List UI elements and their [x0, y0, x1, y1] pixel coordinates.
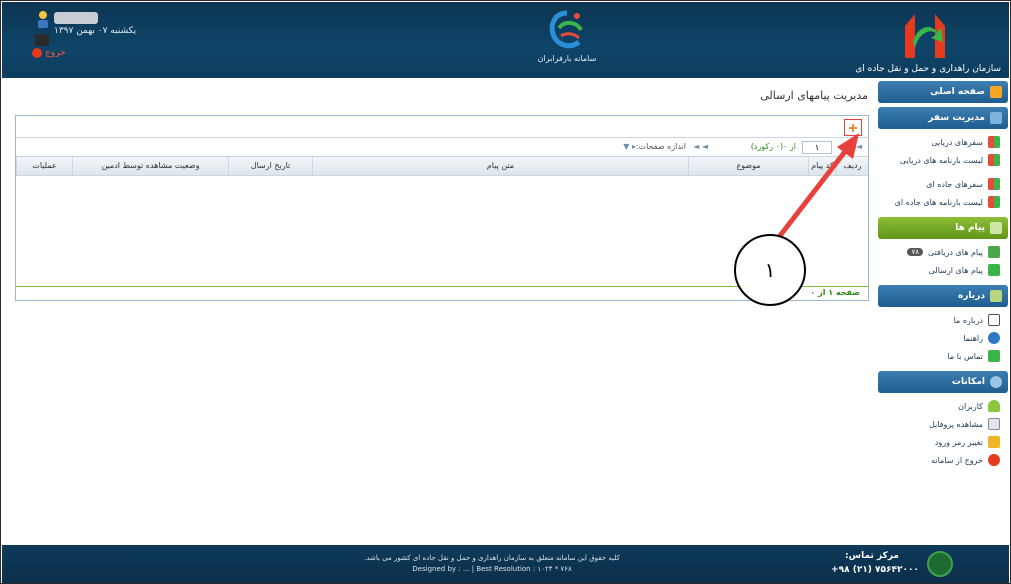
column-header-row-number[interactable]: ردیف [836, 157, 868, 175]
copyright: کلیه حقوق این سامانه متعلق به سازمان راه… [302, 553, 682, 575]
column-header-message-code[interactable]: کد پیام [808, 157, 836, 175]
sidebar-messages[interactable]: پیام ها [878, 217, 1008, 239]
sidebar-item-profile[interactable]: مشاهده پروفایل [878, 415, 1008, 433]
sidebar-item-label: پیام های دریافتی [927, 247, 983, 257]
unread-badge: ۷۸ [907, 248, 923, 256]
sidebar-facilities-label: امکانات [951, 377, 985, 387]
grid-toolbar [16, 116, 868, 138]
center-logo: سامانه بارفرابران [532, 10, 602, 74]
people-icon [988, 196, 1000, 208]
page-status: صفحه ۱ از ۰ [810, 288, 860, 297]
phone-icon [927, 551, 953, 577]
next-page-icon[interactable]: ◄ ◄ [693, 142, 708, 151]
sidebar-item-label: تماس با ما [947, 351, 983, 361]
sidebar-item-label: لیست بارنامه های دریایی [899, 155, 983, 165]
center-logo-text: سامانه بارفرابران [537, 54, 597, 63]
record-count: از ۰(۰ رکورد) [750, 142, 796, 151]
annotation-number: ۱ [734, 234, 806, 306]
sidebar-item-help[interactable]: راهنما [878, 329, 1008, 347]
column-header-admin-view-status[interactable]: وضعیت مشاهده توسط ادمین [72, 157, 228, 175]
power-icon [32, 48, 42, 58]
gear-icon [990, 376, 1002, 388]
column-header-subject[interactable]: موضوع [688, 157, 808, 175]
page-size-dropdown-icon[interactable]: ▸ ▼ [623, 142, 636, 151]
sidebar-trip-label: مدیریت سفر [928, 113, 985, 123]
sidebar-item-label: سفرهای دریایی [931, 137, 983, 147]
user-icon [38, 11, 48, 28]
user-info: یکشنبه ۰۷ بهمن ۱۳۹۷ خروج [30, 8, 170, 68]
people-icon [988, 178, 1000, 190]
sidebar-facilities[interactable]: امکانات [878, 371, 1008, 393]
organization-name: سازمان راهداری و حمل و نقل جاده ای [855, 64, 1001, 74]
organization-logo-icon [905, 14, 945, 58]
home-icon [990, 86, 1002, 98]
page-title: مدیریت پیامهای ارسالی [760, 89, 868, 102]
lock-icon [35, 34, 49, 46]
page-footer: کلیه حقوق این سامانه متعلق به سازمان راه… [2, 545, 1009, 583]
sidebar-item-label: درباره ما [953, 315, 983, 325]
column-header-send-date[interactable]: تاریخ ارسال [228, 157, 312, 175]
sidebar: صفحه اصلی مدیریت سفر سفرهای دریایی لیست … [878, 81, 1008, 543]
sidebar-item-label: پیام های ارسالی [928, 265, 983, 275]
app-window: یکشنبه ۰۷ بهمن ۱۳۹۷ خروج سامانه بارفرابر… [0, 0, 1011, 584]
document-icon [988, 314, 1000, 326]
people-icon [988, 154, 1000, 166]
add-message-button[interactable] [844, 119, 862, 136]
sidebar-item-road-bills[interactable]: لیست بارنامه های جاده ای [878, 193, 1008, 211]
grid-header-row: ردیف کد پیام موضوع متن پیام تاریخ ارسال … [16, 156, 868, 176]
download-icon [988, 246, 1000, 258]
contact-icon [988, 350, 1000, 362]
plus-icon [849, 123, 857, 132]
sidebar-item-sea-trips[interactable]: سفرهای دریایی [878, 133, 1008, 151]
profile-icon [988, 418, 1000, 430]
sidebar-item-sent-messages[interactable]: پیام های ارسالی [878, 261, 1008, 279]
exit-label: خروج [45, 48, 66, 58]
sidebar-item-label: مشاهده پروفایل [928, 419, 983, 429]
message-icon [990, 222, 1002, 234]
sidebar-item-users[interactable]: کاربران [878, 397, 1008, 415]
page-size-label: اندازه صفحات: [635, 142, 686, 151]
current-date: یکشنبه ۰۷ بهمن ۱۳۹۷ [54, 26, 137, 36]
column-header-message-text[interactable]: متن پیام [312, 157, 688, 175]
contact-label: مرکز تماس: [845, 551, 899, 561]
top-header: یکشنبه ۰۷ بهمن ۱۳۹۷ خروج سامانه بارفرابر… [2, 2, 1009, 78]
sidebar-item-sea-bills[interactable]: لیست بارنامه های دریایی [878, 151, 1008, 169]
column-header-actions[interactable]: عملیات [16, 157, 72, 175]
people-icon [988, 136, 1000, 148]
sidebar-home[interactable]: صفحه اصلی [878, 81, 1008, 103]
exit-link[interactable]: خروج [32, 48, 66, 58]
sidebar-item-received-messages[interactable]: پیام های دریافتی ۷۸ [878, 243, 1008, 261]
trip-icon [990, 112, 1002, 124]
info-card-icon [990, 290, 1002, 302]
copyright-line: کلیه حقوق این سامانه متعلق به سازمان راه… [364, 554, 620, 562]
sidebar-home-label: صفحه اصلی [930, 87, 985, 97]
sidebar-item-about-us[interactable]: درباره ما [878, 311, 1008, 329]
swirl-logo-icon [549, 10, 583, 49]
user-name [54, 12, 98, 24]
sidebar-item-contact[interactable]: تماس با ما [878, 347, 1008, 365]
key-icon [988, 436, 1000, 448]
sidebar-messages-label: پیام ها [955, 223, 985, 233]
sidebar-item-label: سفرهای جاده ای [926, 179, 983, 189]
sidebar-trip-management[interactable]: مدیریت سفر [878, 107, 1008, 129]
sidebar-item-label: کاربران [958, 401, 983, 411]
sidebar-item-label: راهنما [963, 333, 983, 343]
sidebar-item-logout[interactable]: خروج از سامانه [878, 451, 1008, 469]
upload-icon [988, 264, 1000, 276]
grid-pager: ◄◄ از ۰(۰ رکورد) ◄ ◄ اندازه صفحات: ▸ ▼ [16, 140, 868, 156]
first-page-icon[interactable]: ◄◄ [850, 142, 862, 151]
sidebar-item-road-trips[interactable]: سفرهای جاده ای [878, 175, 1008, 193]
sidebar-item-change-password[interactable]: تغییر رمز ورود [878, 433, 1008, 451]
help-icon [988, 332, 1000, 344]
sidebar-item-label: خروج از سامانه [931, 455, 983, 465]
contact-phone: +۹۸ (۲۱) ۷۵۶۴۲۰۰۰ [831, 565, 919, 575]
sidebar-about[interactable]: درباره [878, 285, 1008, 307]
sidebar-item-label: لیست بارنامه های جاده ای [894, 197, 983, 207]
power-icon [988, 454, 1000, 466]
sidebar-about-label: درباره [957, 291, 985, 301]
user-icon [988, 400, 1000, 412]
page-number-input[interactable] [802, 141, 832, 154]
designer-line: Designed by : ... | Best Resolution : ۱۰… [412, 565, 572, 573]
sidebar-item-label: تغییر رمز ورود [934, 437, 983, 447]
